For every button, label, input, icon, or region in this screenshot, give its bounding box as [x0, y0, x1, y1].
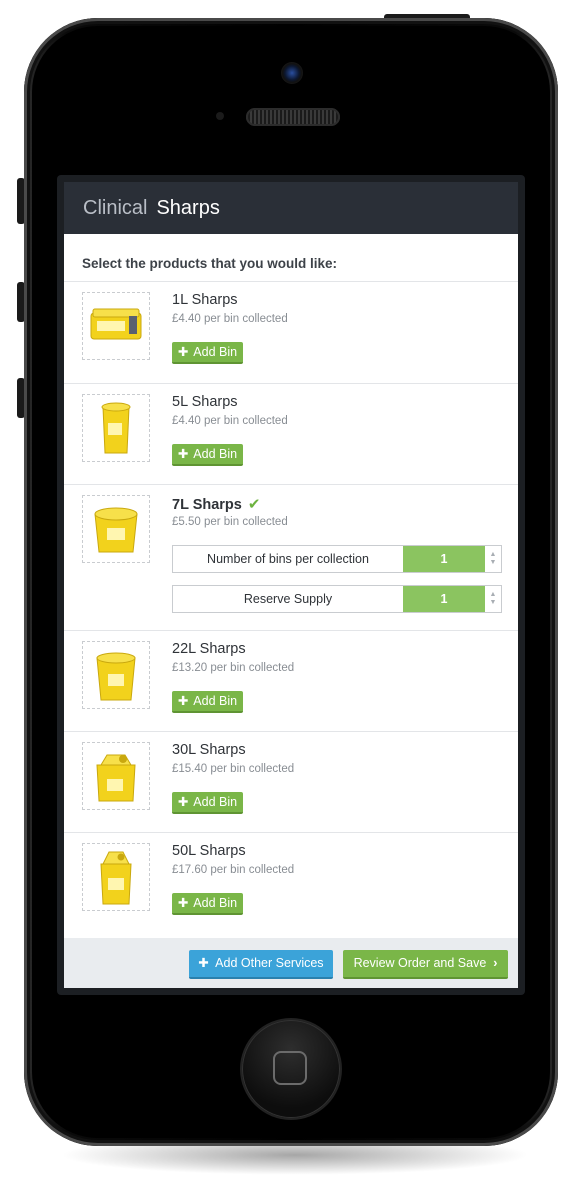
add-bin-button[interactable]: ✚ Add Bin — [172, 691, 244, 713]
sharps-bin-30l-icon — [82, 742, 150, 810]
product-price: £15.40 per bin collected — [172, 763, 295, 775]
product-name: 50L Sharps — [172, 843, 246, 859]
product-row-22l: 22L Sharps £13.20 per bin collected ✚ Ad… — [64, 631, 518, 732]
sharps-bin-1l-icon — [82, 292, 150, 360]
add-bin-button[interactable]: ✚ Add Bin — [172, 342, 244, 364]
camera-icon — [281, 62, 303, 84]
product-price: £5.50 per bin collected — [172, 516, 288, 528]
sharps-bin-7l-icon — [82, 495, 150, 563]
add-bin-button[interactable]: ✚ Add Bin — [172, 792, 244, 814]
spinner-arrows-icon[interactable]: ▲ ▼ — [485, 586, 501, 612]
product-name: 30L Sharps — [172, 742, 246, 758]
footer-bar: ✚ Add Other Services Review Order and Sa… — [64, 938, 518, 988]
product-row-50l: 50L Sharps £17.60 per bin collected ✚ Ad… — [64, 833, 518, 939]
sensor — [216, 112, 224, 120]
home-button[interactable] — [242, 1020, 340, 1118]
product-row-5l: 5L Sharps £4.40 per bin collected ✚ Add … — [64, 384, 518, 485]
product-price: £4.40 per bin collected — [172, 313, 288, 325]
page-header: Clinical Sharps — [64, 182, 518, 234]
add-bin-button[interactable]: ✚ Add Bin — [172, 893, 244, 915]
spinner-arrows-icon[interactable]: ▲ ▼ — [485, 546, 501, 572]
product-row-30l: 30L Sharps £15.40 per bin collected ✚ Ad… — [64, 732, 518, 833]
plus-icon: ✚ — [198, 956, 209, 970]
stepper-label: Reserve Supply — [243, 592, 333, 606]
stepper-label: Number of bins per collection — [207, 552, 369, 566]
product-row-7l: 7L Sharps ✔ £5.50 per bin collected Numbe… — [64, 485, 518, 631]
sharps-bin-22l-icon — [82, 641, 150, 709]
product-price: £13.20 per bin collected — [172, 662, 295, 674]
app-screen: Clinical Sharps Select the products that… — [64, 182, 518, 988]
page-title: Sharps — [156, 196, 220, 219]
bins-per-collection-stepper[interactable]: Number of bins per collection 1 ▲ ▼ — [172, 545, 502, 573]
product-name: 7L Sharps ✔ — [172, 496, 261, 513]
stepper-value[interactable]: 1 — [403, 546, 485, 572]
sharps-bin-50l-icon — [82, 843, 150, 911]
stepper-value[interactable]: 1 — [403, 586, 485, 612]
chevron-right-icon: › — [493, 956, 498, 970]
product-price: £4.40 per bin collected — [172, 415, 288, 427]
sharps-bin-5l-icon — [82, 394, 150, 462]
product-name: 5L Sharps — [172, 394, 238, 410]
product-name: 22L Sharps — [172, 641, 246, 657]
header-category: Clinical — [83, 196, 148, 219]
add-bin-button[interactable]: ✚ Add Bin — [172, 444, 244, 466]
speaker-grille — [246, 108, 340, 126]
reserve-supply-stepper[interactable]: Reserve Supply 1 ▲ ▼ — [172, 585, 502, 613]
product-name: 1L Sharps — [172, 292, 238, 308]
review-order-save-button[interactable]: Review Order and Save › — [343, 950, 508, 979]
check-icon: ✔ — [247, 496, 261, 513]
product-row-1l: 1L Sharps £4.40 per bin collected ✚ Add … — [64, 282, 518, 384]
add-other-services-button[interactable]: ✚ Add Other Services — [189, 950, 333, 979]
intro-text: Select the products that you would like: — [64, 234, 518, 282]
product-price: £17.60 per bin collected — [172, 864, 295, 876]
